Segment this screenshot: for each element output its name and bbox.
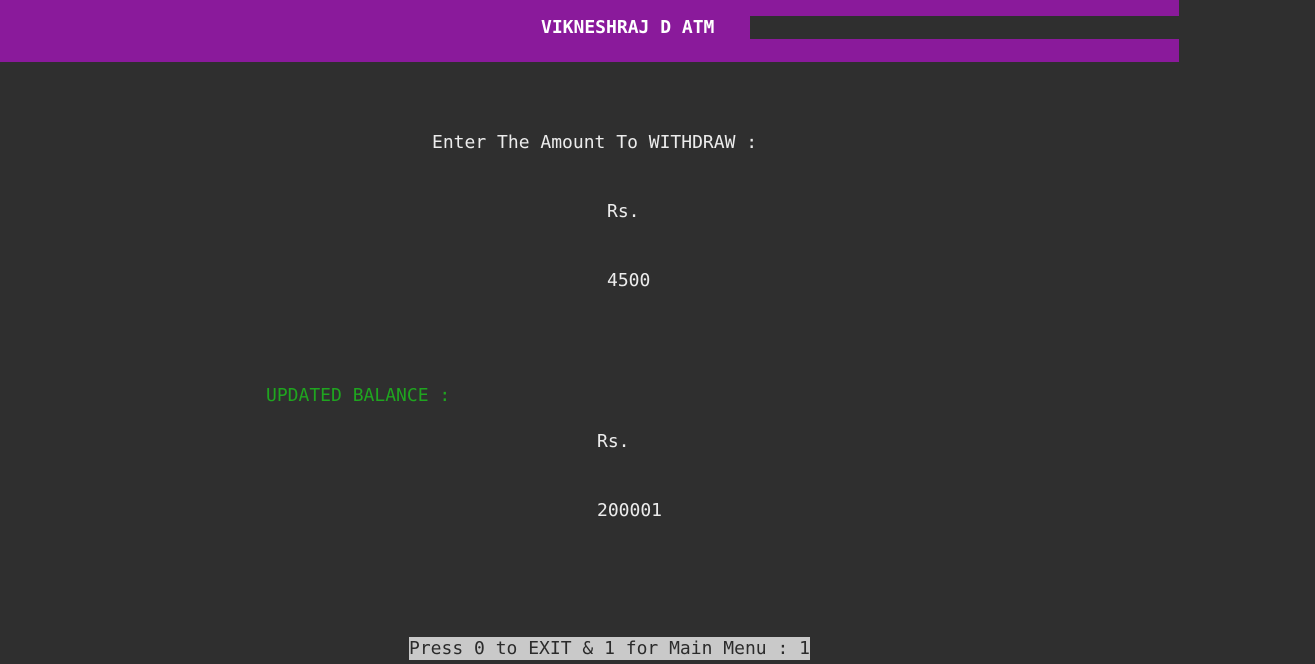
balance-currency: Rs. xyxy=(597,431,630,452)
updated-balance-label: UPDATED BALANCE : xyxy=(266,385,451,406)
withdraw-currency: Rs. xyxy=(607,201,640,222)
menu-prompt-input[interactable]: Press 0 to EXIT & 1 for Main Menu : 1 xyxy=(409,637,810,660)
header-cursor-gap xyxy=(750,16,1179,39)
terminal-window: VIKNESHRAJ D ATM Enter The Amount To WIT… xyxy=(0,0,1315,664)
app-title: VIKNESHRAJ D ATM xyxy=(541,17,715,38)
balance-amount: 200001 xyxy=(597,500,663,521)
withdraw-amount-input[interactable]: 4500 xyxy=(607,270,650,292)
withdraw-prompt: Enter The Amount To WITHDRAW : xyxy=(432,132,758,153)
